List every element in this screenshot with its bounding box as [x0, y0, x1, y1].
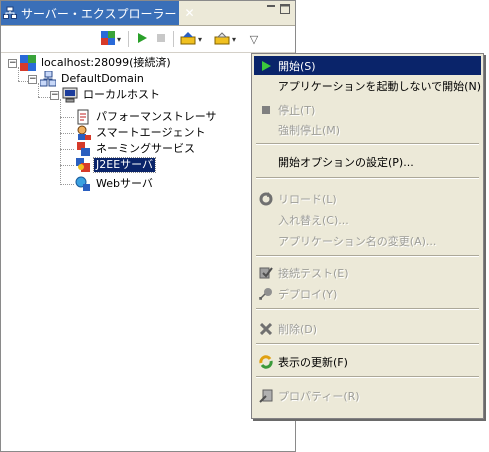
smart-agent-icon	[75, 125, 91, 141]
tree-node-performance-tracer[interactable]: パフォーマンストレーサ	[75, 109, 219, 125]
close-icon[interactable]: ✕	[185, 6, 195, 20]
collapse-toggle[interactable]: −	[8, 58, 17, 68]
tree-node-localhost-machine[interactable]: − ローカルホスト	[50, 87, 162, 103]
tree-node-defaultdomain[interactable]: − DefaultDomain	[28, 70, 146, 87]
menu-item-refresh[interactable]: 表示の更新(F)	[254, 352, 481, 371]
j2ee-server-icon	[75, 157, 91, 173]
deploy-tool-button[interactable]: ▾	[177, 30, 205, 48]
tab-server-explorer[interactable]: サーバー・エクスプローラー ✕	[1, 1, 195, 25]
menu-separator	[256, 177, 479, 179]
stop-icon	[258, 102, 274, 118]
deploy-icon	[258, 286, 274, 302]
tree-node-label: パフォーマンストレーサ	[96, 110, 217, 123]
tree-node-label: スマートエージェント	[96, 126, 206, 139]
tree-node-label: localhost:28099(接続済)	[41, 56, 171, 69]
menu-item-delete[interactable]: 削除(D)	[254, 319, 481, 338]
tree-node-label: ネーミングサービス	[96, 142, 195, 155]
menu-separator	[256, 376, 479, 378]
menu-separator	[256, 255, 479, 257]
menu-item-connection-test[interactable]: 接続テスト(E)	[254, 263, 481, 282]
reload-icon	[258, 191, 274, 207]
context-menu: 開始(S) アプリケーションを起動しないで開始(N) 停止(T) 強制停止(M)…	[251, 53, 484, 419]
view-toolbar: ▾ ▾ ▾ ▽	[1, 26, 295, 53]
deploy-tool-icon	[180, 31, 196, 48]
view-menu-button[interactable]: ▽	[247, 30, 261, 48]
layout-icon	[100, 30, 115, 48]
computer-icon	[62, 87, 78, 103]
web-server-icon	[75, 176, 91, 192]
menu-item-deploy[interactable]: デプロイ(Y)	[254, 284, 481, 303]
run-icon	[136, 32, 148, 47]
naming-service-icon	[75, 141, 91, 157]
menu-item-reload[interactable]: リロード(L)	[254, 189, 481, 208]
domain-icon	[39, 70, 57, 87]
menu-item-force-stop[interactable]: 強制停止(M)	[254, 120, 481, 139]
connection-test-icon	[258, 265, 274, 281]
menu-item-stop[interactable]: 停止(T)	[254, 100, 481, 119]
stop-button[interactable]	[153, 30, 169, 48]
tree-node-label: J2EEサーバ	[92, 157, 157, 173]
tree-node-label: Webサーバ	[96, 177, 153, 190]
stop-icon	[156, 33, 166, 46]
tree-node-smart-agent[interactable]: スマートエージェント	[75, 125, 207, 141]
folder-tool-button[interactable]: ▾	[211, 30, 239, 48]
start-icon	[258, 58, 274, 74]
chevron-down-icon: ▾	[116, 34, 121, 44]
chevron-down-icon: ▾	[231, 34, 236, 44]
tree-node-label: DefaultDomain	[61, 72, 144, 85]
server-explorer-icon	[3, 6, 17, 20]
menu-item-replace[interactable]: 入れ替え(C)...	[254, 210, 481, 229]
tree-node-web-server[interactable]: Webサーバ	[75, 176, 155, 192]
tree-node-naming-service[interactable]: ネーミングサービス	[75, 141, 197, 157]
menu-item-start[interactable]: 開始(S)	[254, 56, 481, 75]
performance-tracer-icon	[75, 109, 91, 125]
menu-separator	[256, 308, 479, 310]
chevron-down-icon: ▾	[197, 34, 202, 44]
run-button[interactable]	[134, 30, 150, 48]
menu-item-rename-application[interactable]: アプリケーション名の変更(A)...	[254, 231, 481, 250]
minimize-icon[interactable]	[265, 3, 277, 15]
tree-node-j2ee-server[interactable]: J2EEサーバ	[75, 157, 157, 173]
delete-icon	[258, 321, 274, 337]
server-connection-icon	[20, 55, 36, 71]
menu-item-start-options[interactable]: 開始オプションの設定(P)...	[254, 152, 481, 171]
layout-button[interactable]: ▾	[98, 30, 124, 48]
tree-node-label: ローカルホスト	[83, 88, 160, 101]
collapse-toggle[interactable]: −	[50, 90, 59, 100]
view-titlebar: サーバー・エクスプローラー ✕	[1, 1, 295, 26]
properties-icon	[258, 388, 274, 404]
menu-separator	[256, 143, 479, 145]
menu-separator	[256, 343, 479, 345]
tab-title: サーバー・エクスプローラー	[21, 6, 177, 21]
menu-item-start-without-apps[interactable]: アプリケーションを起動しないで開始(N)	[254, 76, 481, 95]
menu-item-properties[interactable]: プロパティー(R)	[254, 386, 481, 405]
folder-tool-icon	[214, 31, 230, 48]
maximize-icon[interactable]	[279, 3, 291, 15]
tree-node-localhost[interactable]: − localhost:28099(接続済)	[8, 55, 173, 71]
collapse-toggle[interactable]: −	[28, 74, 37, 84]
refresh-icon	[258, 354, 274, 370]
